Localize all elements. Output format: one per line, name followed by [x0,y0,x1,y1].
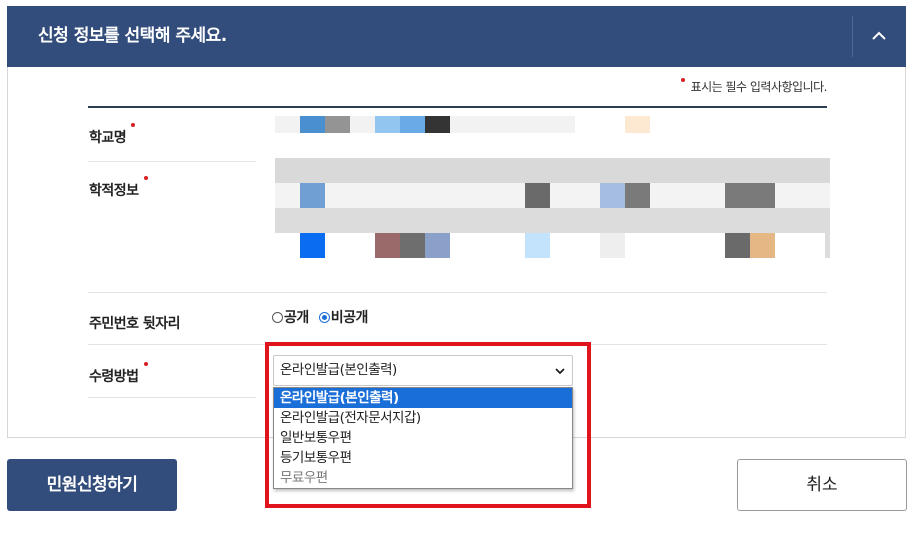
chevron-down-icon [555,368,565,375]
school-name-label: 학교명 [89,123,136,147]
radio-label: 비공개 [330,310,369,326]
option-regular-mail[interactable]: 일반보통우편 [274,428,572,448]
radio-label: 공개 [284,310,309,326]
required-dot-icon [143,176,148,180]
academic-info-label-text: 학적정보 [89,183,139,199]
receipt-method-options: 온라인발급(본인출력) 온라인발급(전자문서지갑) 일반보통우편 등기보통우편 … [273,387,573,489]
school-name-redacted [275,116,650,133]
radio-unchecked-icon[interactable] [272,311,283,323]
rrn-radio-private[interactable]: 비공개 [318,307,369,327]
rrn-radio-group: 공개 비공개 [272,307,378,327]
collapse-button[interactable] [853,6,906,67]
receipt-method-select[interactable]: 온라인발급(본인출력) [273,355,573,386]
academic-info-redacted [275,158,830,258]
row-divider [88,292,827,293]
option-online-e-wallet[interactable]: 온라인발급(전자문서지갑) [274,408,572,428]
receipt-method-label-text: 수령방법 [89,369,139,385]
form-top-border [88,106,827,108]
option-online-self-print[interactable]: 온라인발급(본인출력) [274,388,572,408]
cancel-button[interactable]: 취소 [737,459,907,511]
rrn-radio-public[interactable]: 공개 [272,307,309,327]
radio-checked-icon[interactable] [318,311,330,323]
chevron-up-icon [872,31,886,40]
row-divider [88,344,827,345]
required-note: 표시는 필수 입력사항입니다. [680,78,828,95]
section-header: 신청 정보를 선택해 주세요. [7,6,906,67]
required-dot-icon [680,78,685,82]
row-divider [88,161,256,162]
school-name-label-text: 학교명 [89,130,127,146]
option-free-mail: 무료우편 [280,470,328,486]
receipt-method-label: 수령방법 [89,362,148,386]
rrn-label: 주민번호 뒷자리 [89,316,181,332]
academic-info-label: 학적정보 [89,176,148,200]
section-title: 신청 정보를 선택해 주세요. [38,26,227,46]
school-name-value [275,116,655,137]
submit-application-button[interactable]: 민원신청하기 [7,459,177,511]
required-note-text: 표시는 필수 입력사항입니다. [690,80,828,94]
required-dot-icon [143,362,148,366]
select-value: 온라인발급(본인출력) [280,362,397,378]
option-registered-mail[interactable]: 등기보통우편 [274,448,572,468]
academic-info-value [275,158,830,262]
row-divider [88,397,256,398]
